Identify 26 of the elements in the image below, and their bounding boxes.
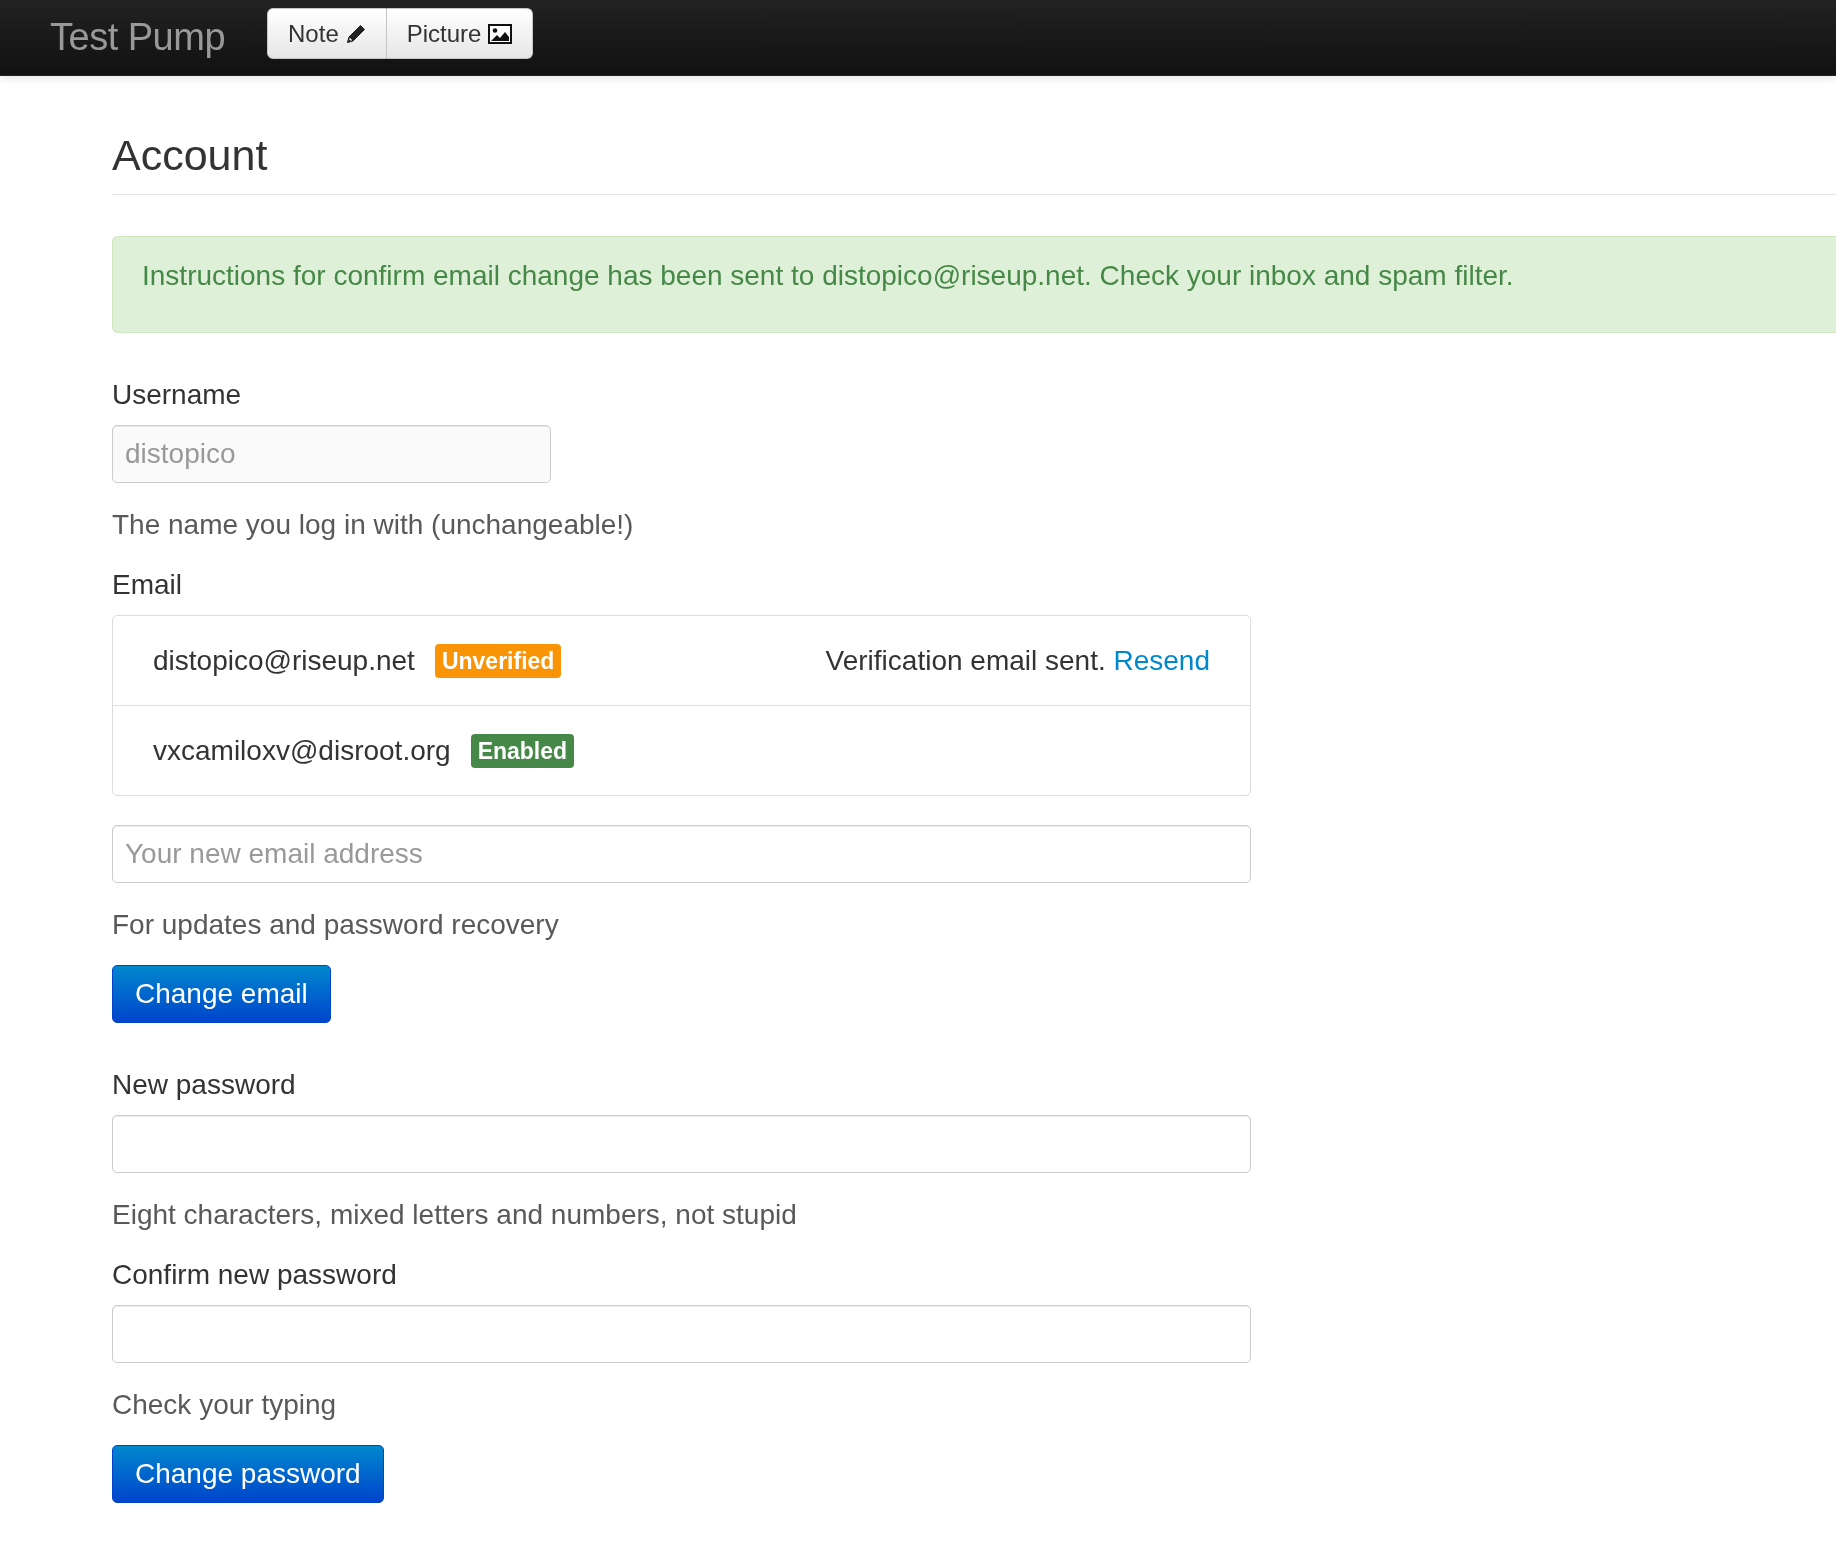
password-label: New password [112, 1068, 297, 1102]
help-text: For updates and password recovery [112, 908, 560, 942]
image-icon [488, 23, 513, 44]
status-badge: Enabled [470, 733, 575, 768]
picture-button[interactable]: Picture [386, 8, 534, 59]
help-text: The name you log in with (unchangeable!) [112, 508, 635, 542]
pencil-icon [345, 23, 366, 44]
change-email-button[interactable]: Change email [112, 965, 331, 1023]
username-label: Username [112, 378, 243, 412]
verification-note: Verification email sent. Resend [825, 644, 1210, 677]
change-password-button[interactable]: Change password [112, 1445, 384, 1503]
note-button[interactable]: Note [267, 8, 387, 59]
help-text: Check your typing [112, 1388, 338, 1422]
confirm-password-label: Confirm new password [112, 1258, 398, 1292]
password-field[interactable] [112, 1115, 1251, 1173]
page-heading: Account [112, 130, 1836, 195]
email-address: vxcamiloxv@disroot.org [153, 734, 451, 767]
email-address: distopico@riseup.net [153, 644, 415, 677]
confirm-password-field[interactable] [112, 1305, 1251, 1363]
brand-title[interactable]: Test Pump [50, 16, 226, 59]
status-badge: Unverified [434, 643, 562, 678]
help-text: Eight characters, mixed letters and numbers, not stupid [112, 1198, 798, 1232]
success-alert: Instructions for confirm email change has been sent to distopico@riseup.net. Check your inbox and spam filter. [112, 236, 1836, 333]
email-label: Email [112, 568, 183, 602]
new-email-field[interactable]: Your new email address [112, 825, 1251, 883]
resend-link[interactable]: Resend [1113, 644, 1210, 676]
